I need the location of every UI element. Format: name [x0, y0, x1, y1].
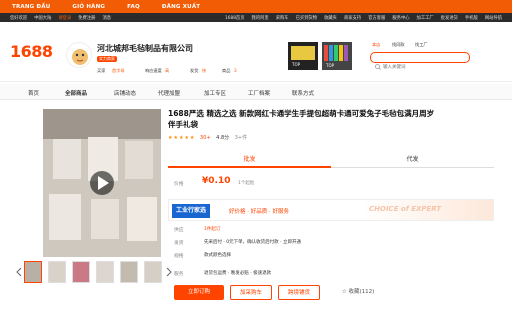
factory-english: CHOICE of EXPERT	[369, 205, 442, 213]
rating-row: ★★★★★ 30+ 4.8分 3+件	[168, 134, 247, 141]
price-label: 价格	[174, 182, 184, 187]
sitebar-bought[interactable]: 已买到货物	[296, 15, 317, 21]
service-label: 服务	[174, 272, 184, 277]
nav-home[interactable]: TRANG ĐẦU	[12, 4, 50, 10]
shipping-value[interactable]: 先采后付 · 0元下单，确认收货后付款 · 立即开通	[204, 239, 301, 245]
dropship-button[interactable]: 跨境铺货	[278, 285, 320, 300]
factory-label: 工业行家选	[172, 204, 210, 218]
promo-image-1[interactable]: TOP	[288, 42, 318, 70]
search-box[interactable]	[370, 52, 470, 71]
promo-image-2[interactable]: TOP	[322, 42, 352, 70]
purchase-tabs: 批发 代发	[168, 152, 494, 168]
sitebar-messages[interactable]: 消息	[102, 15, 111, 21]
product-video-preview	[43, 109, 161, 257]
favorite-button[interactable]: ☆ 收藏(112)	[328, 285, 388, 300]
sitebar-register[interactable]: 免费注册	[78, 15, 95, 21]
buy-now-button[interactable]: 立即订购	[174, 285, 224, 300]
stat-value-2: 高	[165, 68, 170, 73]
thumbnail-strip	[16, 261, 172, 285]
stat-value-3: 快	[202, 68, 207, 73]
sitebar-wholesale[interactable]: 批发进货	[441, 15, 458, 21]
secondary-nav: 首页 全部商品 店铺动态 代理加盟 加工专区 工厂档案 联系方式	[0, 84, 512, 100]
price-value: ¥0.10	[202, 176, 231, 186]
thumbnail-5[interactable]	[120, 261, 138, 283]
stat-value-4: 3	[234, 68, 237, 73]
product-title: 1688严选 精选之选 新款网红卡通学生手提包超萌卡通可爱兔子毛毡包满月周岁伴手…	[168, 109, 435, 129]
supply-label: 供应	[174, 228, 184, 233]
service-value[interactable]: 退货包运费 · 晚发必赔 · 极速退款	[204, 270, 271, 276]
review-count[interactable]: 30+	[200, 135, 211, 141]
site-bar: 您好欢迎 中国大陆 请登录 免费注册 消息 1688首页 我的阿里 采购车 已买…	[0, 13, 512, 22]
chevron-right-icon[interactable]	[166, 267, 172, 277]
supply-value: 1件起订	[204, 227, 221, 232]
sitebar-region[interactable]: 中国大陆	[34, 15, 51, 21]
search-tab-shop[interactable]: 本店	[372, 42, 380, 48]
store-header: 1688 河北城邦毛毡制品有限公司 实力商家 买家 首字母 响应速度 高 发货 …	[0, 22, 512, 82]
thumbnail-2[interactable]	[48, 261, 66, 283]
price-unit: 1个起批	[238, 181, 255, 186]
star-rating-icon: ★★★★★	[168, 135, 196, 141]
spec-value[interactable]: 款式颜色选择	[204, 252, 231, 258]
search-input[interactable]	[383, 62, 463, 71]
secnav-dynamics[interactable]: 店铺动态	[114, 89, 136, 97]
add-to-cart-button[interactable]: 加采购车	[230, 285, 272, 300]
favorite-label: 收藏(112)	[348, 289, 375, 295]
nav-logout[interactable]: ĐĂNG XUẤT	[162, 4, 200, 10]
secnav-contact[interactable]: 联系方式	[292, 89, 314, 97]
chevron-left-icon[interactable]	[16, 267, 22, 277]
factory-banner[interactable]: 工业行家选 好价格 · 好品质 · 好服务 CHOICE of EXPERT	[168, 199, 494, 221]
sitebar-factory[interactable]: 加工工厂	[417, 15, 434, 21]
shop-avatar[interactable]	[66, 42, 92, 68]
sitebar-mobile[interactable]: 手机版	[465, 15, 478, 21]
thumbnail-1[interactable]	[24, 261, 42, 283]
thumbnail-4[interactable]	[96, 261, 114, 283]
search-tab-similar[interactable]: 找同款	[392, 42, 405, 48]
secnav-agency[interactable]: 代理加盟	[158, 89, 180, 97]
stat-label-3: 发货	[190, 68, 199, 73]
search-icon	[375, 55, 381, 74]
svg-text:TOP: TOP	[325, 63, 335, 68]
sitebar-welcome: 您好欢迎	[10, 15, 28, 21]
secnav-processing[interactable]: 加工专区	[204, 89, 226, 97]
secnav-home[interactable]: 首页	[28, 89, 39, 97]
sitebar-center[interactable]: 服务中心	[392, 15, 409, 21]
spec-label: 规格	[174, 254, 184, 259]
sheep-icon	[72, 49, 88, 65]
svg-text:TOP: TOP	[291, 62, 301, 67]
sitebar-favorites[interactable]: 收藏夹	[324, 15, 337, 21]
sitebar-home[interactable]: 1688首页	[225, 15, 245, 21]
factory-slogan: 好价格 · 好品质 · 好服务	[229, 209, 289, 215]
service-badge: 实力商家	[97, 56, 117, 62]
sitebar-my-ali[interactable]: 我的阿里	[252, 15, 269, 21]
product-main-image[interactable]	[43, 109, 161, 257]
action-bar: 立即订购 加采购车 跨境铺货 ☆ 收藏(112)	[168, 285, 494, 301]
sales-count: 3+件	[234, 135, 248, 141]
star-icon: ☆	[341, 289, 347, 295]
site-logo[interactable]: 1688	[10, 42, 53, 61]
secnav-all-products[interactable]: 全部商品	[65, 89, 87, 97]
nav-faq[interactable]: FAQ	[127, 4, 140, 10]
stat-label-1: 买家	[97, 68, 106, 73]
sitebar-login[interactable]: 请登录	[58, 15, 71, 21]
shipping-label: 发货	[174, 241, 184, 246]
stat-label-2: 响应速度	[145, 68, 162, 73]
search-tab-factory[interactable]: 找工厂	[415, 42, 428, 48]
sitebar-sitemap[interactable]: 网站导航	[485, 15, 502, 21]
sitebar-support[interactable]: 商家支持	[344, 15, 361, 21]
thumbnail-6[interactable]	[144, 261, 162, 283]
top-navigation-bar: TRANG ĐẦU GIỎ HÀNG FAQ ĐĂNG XUẤT	[0, 0, 512, 13]
sitebar-service[interactable]: 官方客服	[368, 15, 385, 21]
stat-label-4: 商品	[222, 68, 231, 73]
rating-score: 4.8分	[216, 135, 230, 141]
tab-dropship[interactable]: 代发	[331, 152, 494, 168]
shop-name[interactable]: 河北城邦毛毡制品有限公司	[97, 43, 193, 54]
price-row: 价格 ¥0.10 1个起批	[168, 170, 494, 196]
tab-wholesale[interactable]: 批发	[168, 152, 331, 168]
nav-cart[interactable]: GIỎ HÀNG	[72, 4, 105, 10]
secnav-factory-file[interactable]: 工厂档案	[248, 89, 270, 97]
sitebar-cart[interactable]: 采购车	[276, 15, 289, 21]
stat-value-1: 首字母	[112, 68, 125, 73]
thumbnail-3[interactable]	[72, 261, 90, 283]
